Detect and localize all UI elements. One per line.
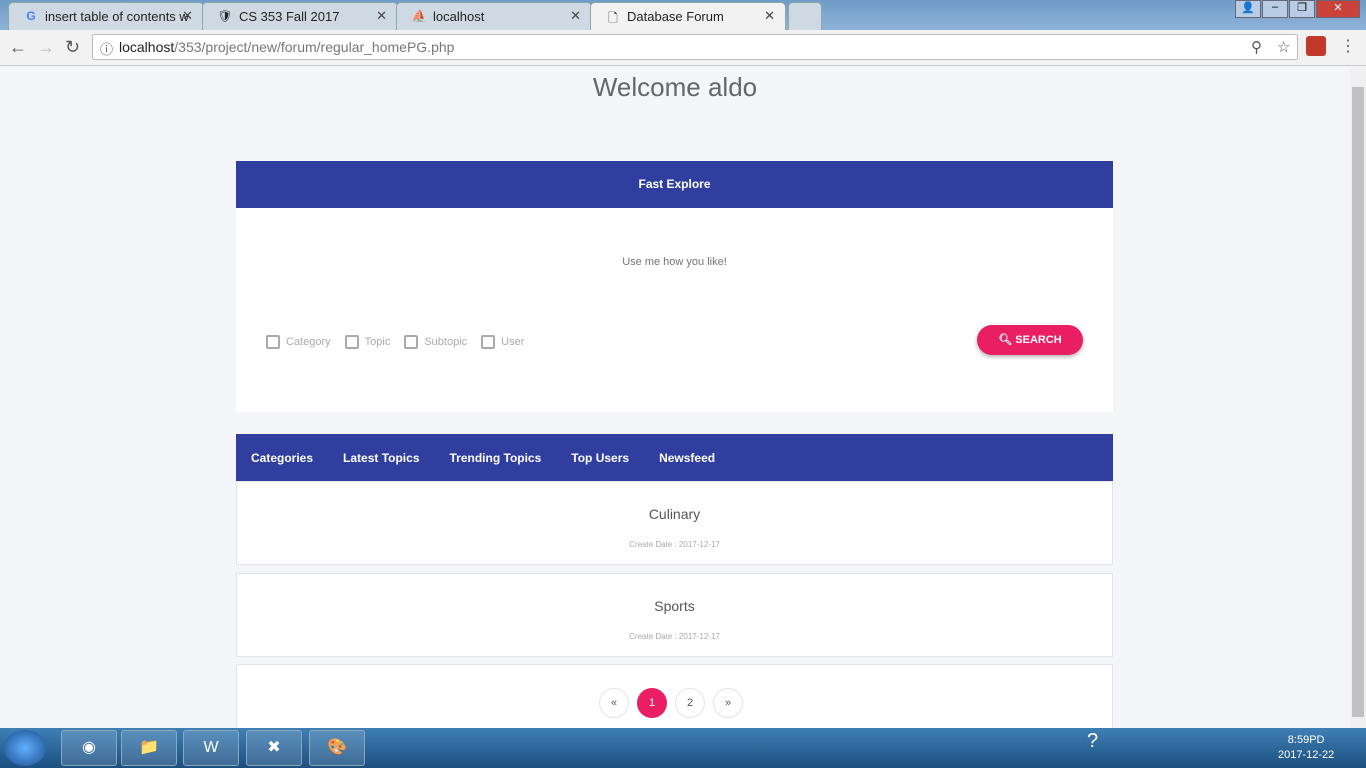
page-icon: 🗋	[608, 11, 618, 25]
bookmark-star-icon[interactable]: ☆	[1277, 38, 1290, 56]
phpmyadmin-icon: ⛵	[411, 9, 427, 23]
back-icon[interactable]: ←	[9, 37, 27, 58]
taskbar: ◉ 📁 W ✖ 🎨 ? 8:59PD 2017-12-22	[0, 728, 1366, 768]
page-2-button[interactable]: 2	[675, 688, 705, 718]
word-taskbar-icon[interactable]: W	[183, 730, 239, 766]
search-button[interactable]: 🔍︎ SEARCH	[977, 325, 1083, 355]
chrome-taskbar-icon[interactable]: ◉	[61, 730, 117, 766]
checkbox-category[interactable]: Category	[266, 335, 331, 349]
list-item[interactable]: Sports Create Date : 2017-12-17	[236, 573, 1113, 657]
google-icon: G	[26, 9, 36, 23]
fast-explore-title: Fast Explore	[236, 161, 1113, 208]
maximize-button[interactable]: ❐	[1289, 0, 1315, 18]
tab-trending-topics[interactable]: Trending Topics	[450, 451, 542, 465]
extension-icon[interactable]	[1306, 36, 1326, 56]
tab-categories[interactable]: Categories	[251, 451, 313, 465]
browser-tab-bar: Ginsert table of contents w ✕ 🛡 CS 353 Fal…	[0, 0, 1366, 30]
item-title[interactable]: Sports	[237, 598, 1112, 614]
pagination: « 1 2 »	[599, 688, 743, 718]
checkbox-subtopic[interactable]: Subtopic	[404, 335, 467, 349]
browser-tab-active[interactable]: 🗋 Database Forum ✕	[590, 2, 786, 30]
close-tab-icon[interactable]: ✕	[182, 8, 193, 24]
close-tab-icon[interactable]: ✕	[764, 8, 775, 24]
browser-toolbar: ← → ↻ ⓘ localhost/353/project/new/forum/r…	[0, 30, 1366, 66]
checkbox-user[interactable]: User	[481, 335, 524, 349]
browser-tab[interactable]: 🛡 CS 353 Fall 2017 ✕	[202, 2, 398, 30]
start-button[interactable]	[4, 730, 46, 766]
close-tab-icon[interactable]: ✕	[376, 8, 387, 24]
tab-newsfeed[interactable]: Newsfeed	[659, 451, 715, 465]
browser-tab[interactable]: ⛵ localhost ✕	[396, 2, 592, 30]
close-window-button[interactable]: ✕	[1316, 0, 1360, 18]
user-icon[interactable]: 👤	[1235, 0, 1261, 18]
explorer-taskbar-icon[interactable]: 📁	[121, 730, 177, 766]
close-tab-icon[interactable]: ✕	[570, 8, 581, 24]
new-tab-button[interactable]	[788, 2, 822, 30]
tab-latest-topics[interactable]: Latest Topics	[343, 451, 419, 465]
checkbox-topic[interactable]: Topic	[344, 335, 390, 349]
page-1-button[interactable]: 1	[637, 688, 667, 718]
prev-page-button[interactable]: «	[599, 688, 629, 718]
forward-icon[interactable]: →	[37, 37, 55, 58]
fast-explore-card: Fast Explore Category Topic Subtopic Use…	[236, 161, 1113, 412]
clock[interactable]: 8:59PD 2017-12-22	[1278, 733, 1334, 763]
shield-icon: 🛡	[217, 9, 233, 23]
search-icon: 🔍︎	[998, 334, 1013, 346]
xampp-taskbar-icon[interactable]: ✖	[246, 730, 302, 766]
page-title: Welcome aldo	[592, 72, 758, 102]
next-page-button[interactable]: »	[713, 688, 743, 718]
address-bar[interactable]: ⓘ localhost/353/project/new/forum/regular…	[92, 34, 1298, 60]
reload-icon[interactable]: ↻	[65, 37, 80, 58]
scrollbar[interactable]	[1350, 67, 1366, 728]
menu-icon[interactable]: ⋮	[1340, 36, 1356, 56]
nav-tabs: Categories Latest Topics Trending Topics…	[236, 434, 1113, 481]
info-icon: ⓘ	[100, 42, 114, 57]
browser-tab[interactable]: Ginsert table of contents w ✕	[8, 2, 204, 30]
tab-top-users[interactable]: Top Users	[571, 451, 629, 465]
paint-taskbar-icon[interactable]: 🎨	[309, 730, 365, 766]
list-item[interactable]: Culinary Create Date : 2017-12-17	[236, 481, 1113, 565]
zoom-icon[interactable]: ⚲	[1251, 38, 1262, 56]
item-date: Create Date : 2017-12-17	[629, 632, 720, 641]
search-input[interactable]	[236, 256, 1113, 268]
minimize-button[interactable]: –	[1262, 0, 1288, 18]
item-title[interactable]: Culinary	[237, 506, 1112, 522]
item-date: Create Date : 2017-12-17	[629, 540, 720, 549]
help-icon[interactable]: ?	[1087, 730, 1098, 753]
